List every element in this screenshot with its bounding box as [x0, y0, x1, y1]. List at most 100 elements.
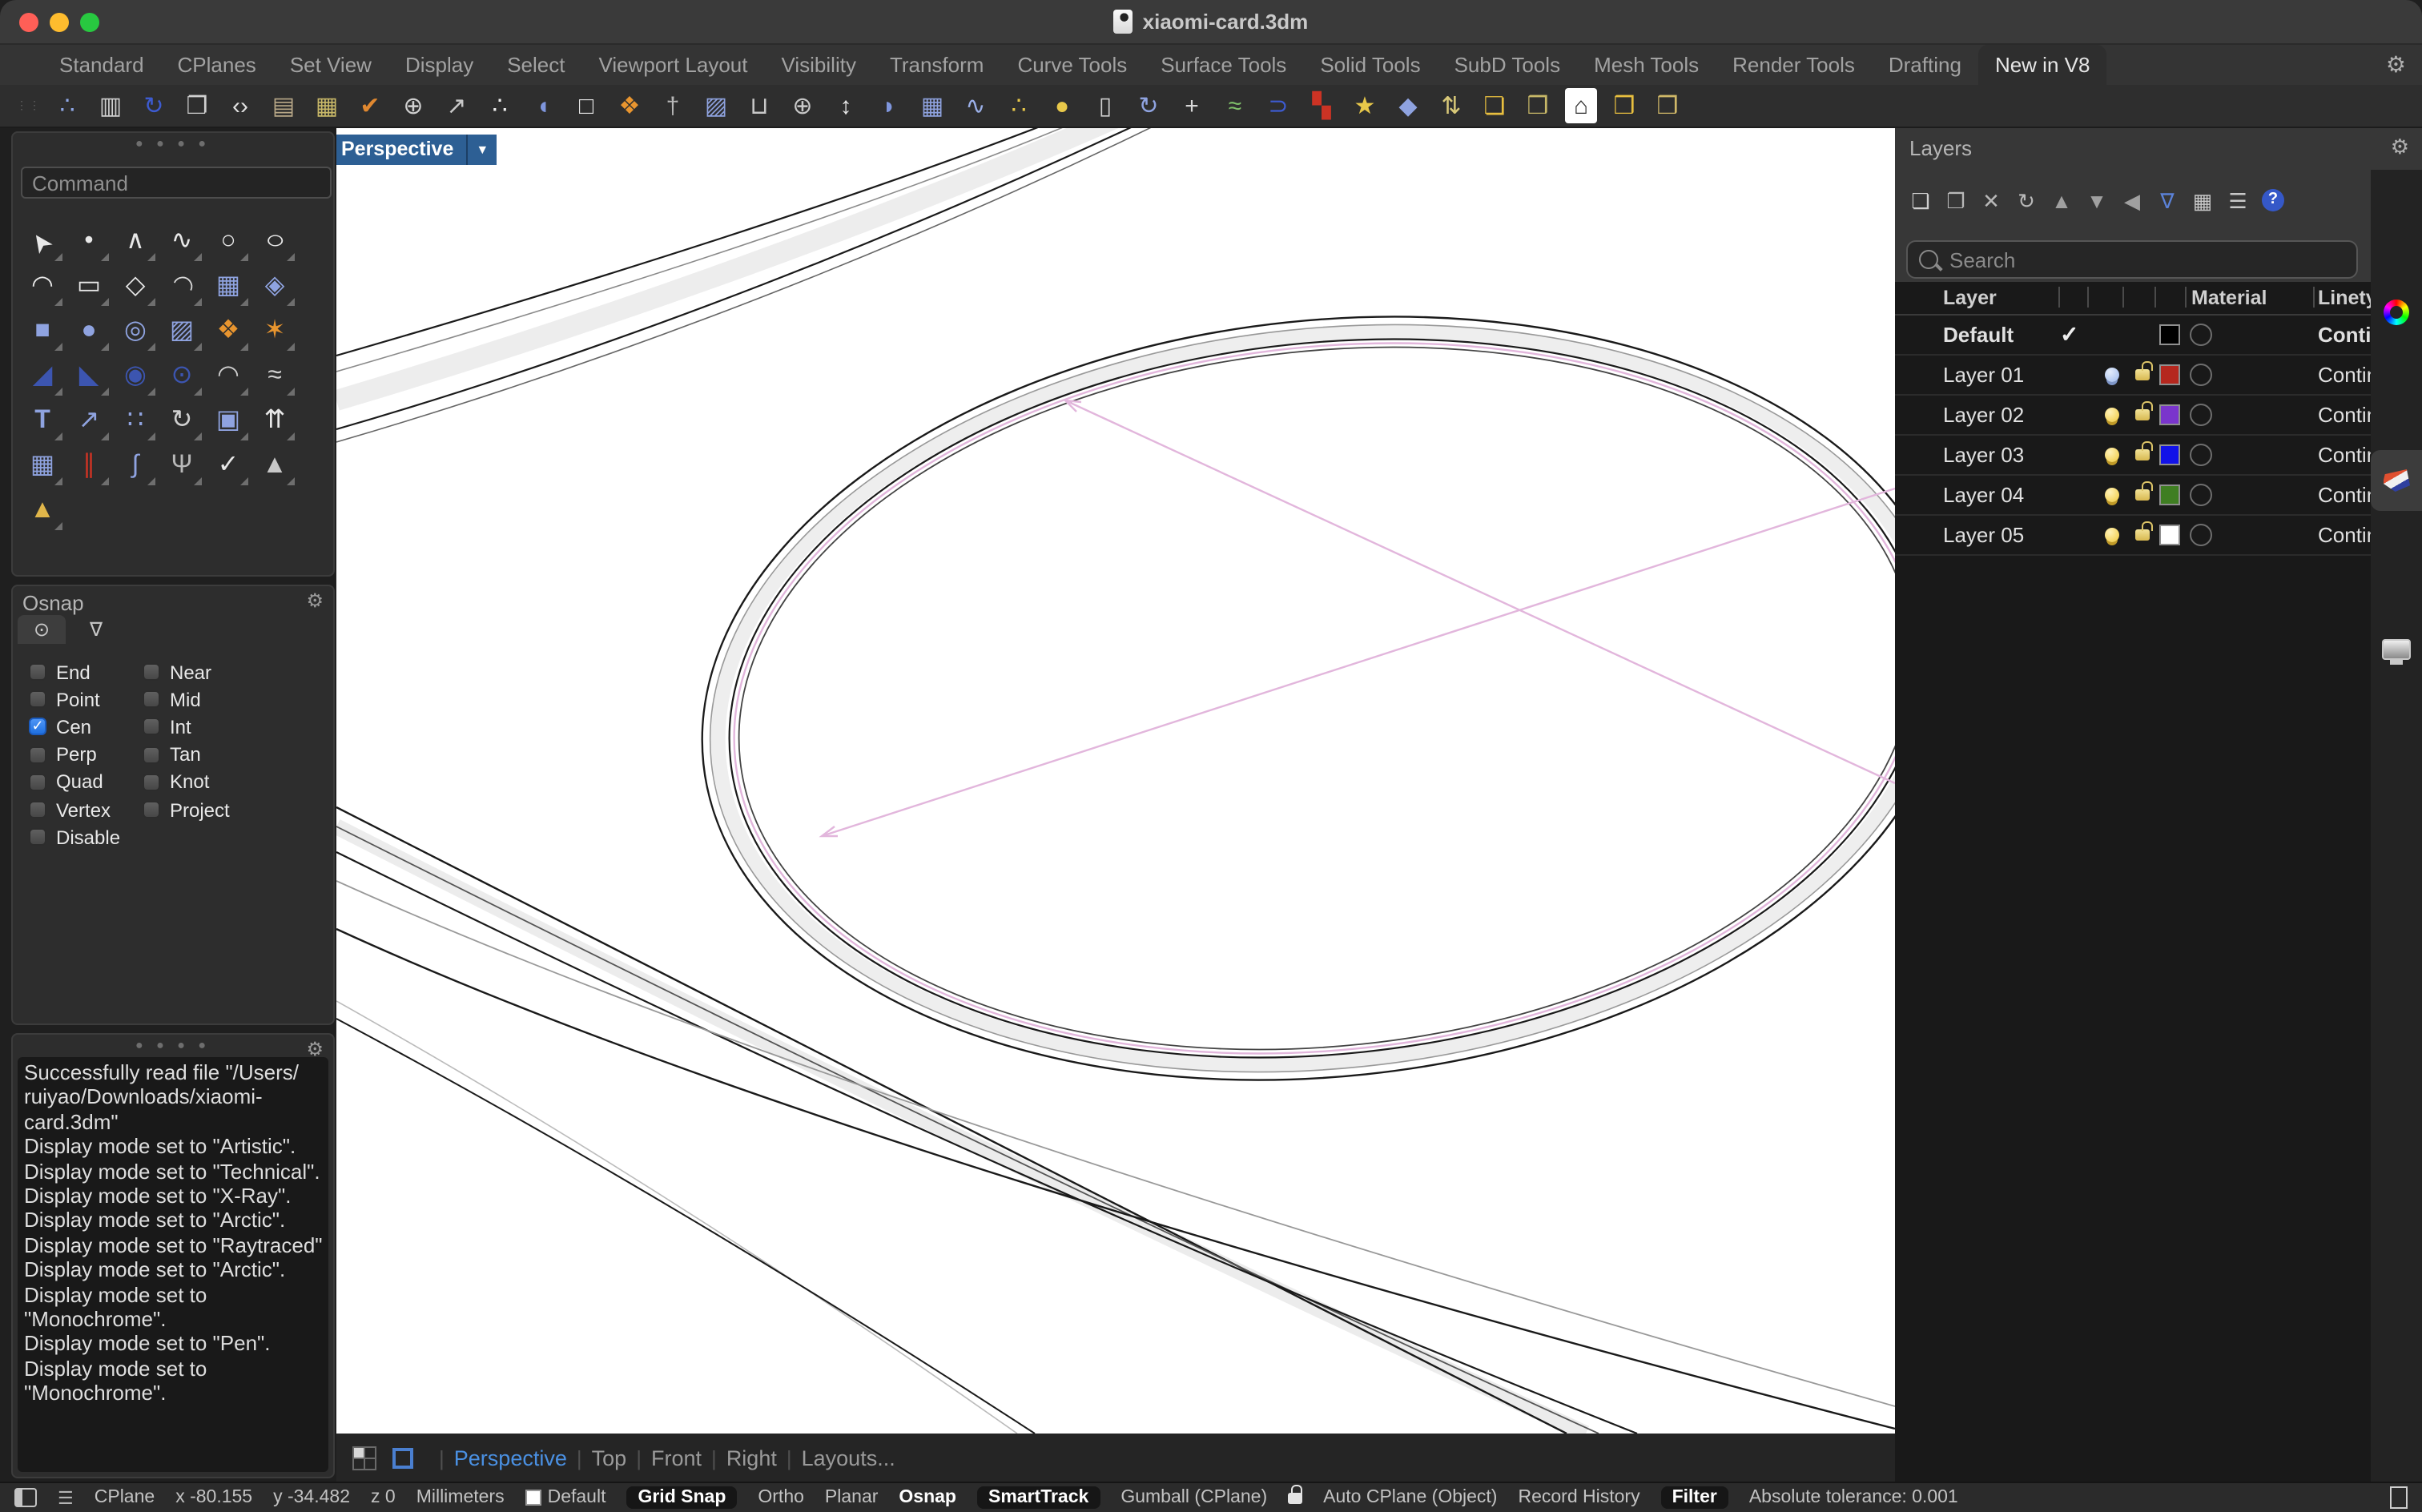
save-file-icon[interactable]: ▦ [311, 88, 343, 123]
notification-rect-icon[interactable] [2390, 1486, 2408, 1509]
checkbox[interactable] [143, 718, 160, 736]
four-viewports-icon[interactable] [352, 1446, 376, 1470]
checkbox[interactable] [143, 774, 160, 791]
linear-dimension-icon[interactable]: ↕ [830, 88, 862, 123]
toolbar-drag-handle[interactable]: ⋮⋮ [16, 99, 42, 112]
column-linetype[interactable]: Linetype [2318, 287, 2371, 309]
list-icon[interactable]: ☰ [58, 1487, 74, 1508]
checkbox[interactable] [29, 801, 46, 818]
orient-icon[interactable]: ↻ [159, 399, 205, 444]
menu-tab[interactable]: Set View [274, 45, 388, 85]
polygon-icon[interactable]: ◇ [112, 264, 159, 309]
viewport-tab-top[interactable]: Top [592, 1446, 627, 1470]
layer-color-swatch[interactable] [2159, 364, 2180, 385]
single-viewport-icon[interactable] [392, 1447, 413, 1468]
solid-edit-icon[interactable]: ▣ [205, 399, 251, 444]
osnap-tab-snaps[interactable]: ⊙ [18, 615, 66, 644]
spray-points-icon[interactable]: ∴ [484, 88, 516, 123]
status-record[interactable]: Record History [1518, 1488, 1639, 1507]
rectangle-icon[interactable]: ▭ [66, 264, 112, 309]
conic-corner-icon[interactable]: ◠ [159, 264, 205, 309]
cage-edit-icon[interactable]: ▦ [205, 264, 251, 309]
ellipsoid-icon[interactable]: ● [1046, 88, 1078, 123]
save-versions-icon[interactable]: ❒ [1522, 88, 1554, 123]
new-layer-icon[interactable]: ❏ [1909, 187, 1932, 213]
viewport-tab-perspective[interactable]: Perspective [454, 1446, 567, 1470]
flow-along-icon[interactable]: ⊃ [1262, 88, 1294, 123]
gift-pyramid-icon[interactable]: ▲ [19, 489, 66, 533]
checkbox[interactable] [143, 801, 160, 818]
osnap-option-int[interactable]: Int [143, 714, 230, 741]
unroll-box-icon[interactable]: ⊔ [743, 88, 775, 123]
shell-dome-icon[interactable]: ◖ [527, 88, 559, 123]
history-lines[interactable]: Successfully read file "/Users/ruiyao/Do… [18, 1057, 328, 1472]
layer-lock-icon[interactable] [2135, 369, 2150, 380]
menu-tab[interactable]: Standard [43, 45, 160, 85]
layer-visibility-bulb-icon[interactable] [2105, 408, 2119, 422]
point-pair-icon[interactable]: ∴ [1003, 88, 1035, 123]
sphere-icon[interactable]: ● [66, 309, 112, 354]
column-layer[interactable]: Layer [1943, 287, 1997, 309]
trim-icon[interactable]: ◢ [19, 354, 66, 399]
list-view-icon[interactable]: ☰ [2227, 187, 2249, 213]
move-down-icon[interactable]: ▼ [2086, 187, 2108, 213]
checkbox[interactable] [29, 774, 46, 791]
gear-icon[interactable]: ⚙ [2386, 45, 2406, 85]
layer-material-circle[interactable] [2190, 324, 2212, 346]
layer-lock-icon[interactable] [2135, 489, 2150, 501]
capsule-frame-icon[interactable]: ▯ [1089, 88, 1121, 123]
point-icon[interactable]: • [66, 219, 112, 264]
selection-brush-icon[interactable]: ✔ [354, 88, 386, 123]
viewport-tab-right[interactable]: Right [726, 1446, 777, 1470]
osnap-option-mid[interactable]: Mid [143, 686, 230, 713]
menu-tab[interactable]: Visibility [766, 45, 872, 85]
status-absolute[interactable]: Absolute tolerance: 0.001 [1749, 1488, 1958, 1507]
sweep-blade-icon[interactable]: ◗ [873, 88, 905, 123]
check-select-icon[interactable]: ✓ [205, 444, 251, 489]
tab-display-properties[interactable] [2371, 282, 2422, 343]
checkbox[interactable] [143, 746, 160, 763]
search-input[interactable] [1946, 246, 2345, 273]
osnap-option-end[interactable]: End [29, 658, 143, 686]
status-grid[interactable]: Grid Snap [626, 1486, 737, 1509]
osnap-option-vertex[interactable]: Vertex [29, 796, 143, 823]
checkbox[interactable] [29, 691, 46, 709]
status-x[interactable]: x -80.155 [175, 1488, 252, 1507]
help-icon[interactable]: ? [2262, 189, 2284, 211]
column-material[interactable]: Material [2191, 287, 2267, 309]
surface-network-icon[interactable]: ▨ [159, 309, 205, 354]
osnap-tab-filter[interactable]: ∇ [72, 615, 120, 644]
gumball-icon[interactable]: ⊕ [787, 88, 819, 123]
viewport-tab-front[interactable]: Front [651, 1446, 702, 1470]
script-monitor-icon[interactable]: ▥ [95, 88, 127, 123]
loft-order-icon[interactable]: ⇅ [1435, 88, 1467, 123]
osnap-option-cen[interactable]: ✓Cen [29, 714, 143, 741]
save-small-icon[interactable]: ❒ [1608, 88, 1640, 123]
export-icon[interactable]: ❒ [1652, 88, 1684, 123]
menu-tab[interactable]: Display [389, 45, 489, 85]
fillet-curve-icon[interactable]: ◠ [205, 354, 251, 399]
layer-lock-icon[interactable] [2135, 409, 2150, 420]
layer-color-swatch[interactable] [2159, 404, 2180, 425]
osnap-option-perp[interactable]: Perp [29, 741, 143, 768]
menu-tab[interactable]: Viewport Layout [583, 45, 764, 85]
curve-icon[interactable]: ∿ [159, 219, 205, 264]
layer-row[interactable]: Layer 03Continuous [1895, 436, 2371, 476]
status-ortho[interactable]: Ortho [758, 1488, 804, 1507]
layer-visibility-bulb-icon[interactable] [2105, 368, 2119, 382]
gear-icon[interactable]: ⚙ [306, 591, 324, 610]
checkbox[interactable] [29, 828, 46, 846]
layer-visibility-bulb-icon[interactable] [2105, 488, 2119, 502]
duplicate-layer-icon[interactable]: ↻ [2015, 187, 2038, 213]
named-views-sphere-icon[interactable]: ⊕ [397, 88, 429, 123]
status-filter[interactable]: Filter [1661, 1486, 1728, 1509]
layer-color-swatch[interactable] [2159, 444, 2180, 465]
menu-tab[interactable]: SubD Tools [1438, 45, 1577, 85]
osnap-option-disable[interactable]: Disable [29, 823, 143, 850]
osnap-option-point[interactable]: Point [29, 686, 143, 713]
clipping-person-icon[interactable]: † [657, 88, 689, 123]
new-sublayer-icon[interactable]: ❐ [1945, 187, 1967, 213]
orient-face-icon[interactable]: ↗ [441, 88, 473, 123]
layer-row[interactable]: Layer 04Continuous [1895, 476, 2371, 516]
menu-tab[interactable]: New in V8 [1979, 45, 2106, 85]
